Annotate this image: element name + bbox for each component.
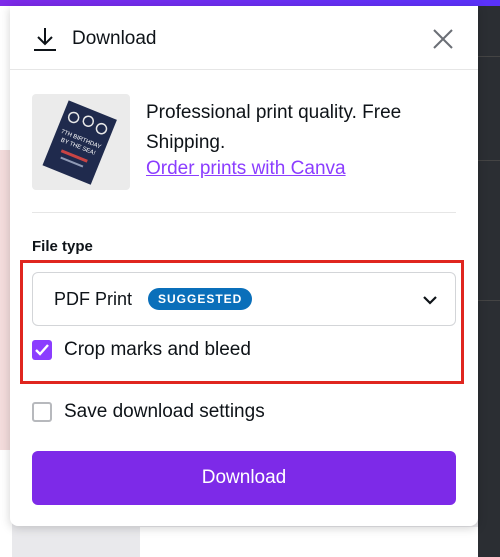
- crop-marks-option[interactable]: Crop marks and bleed: [32, 339, 362, 364]
- file-type-selected-value: PDF Print: [54, 289, 133, 309]
- order-prints-link[interactable]: Order prints with Canva: [146, 158, 346, 180]
- right-dark-panel: [478, 6, 500, 557]
- download-icon: [34, 28, 56, 51]
- canvas-bottom-area: [140, 527, 478, 557]
- check-icon: [35, 344, 49, 356]
- download-button-label: Download: [201, 467, 287, 488]
- file-type-label: File type: [32, 238, 93, 255]
- section-divider: [32, 212, 456, 213]
- right-panel-divider: [478, 160, 500, 161]
- suggested-badge: SUGGESTED: [148, 288, 253, 310]
- right-panel-divider: [478, 56, 500, 57]
- save-settings-checkbox[interactable]: [32, 402, 52, 422]
- print-flyer-thumbnail: 7TH BIRTHDAY BY THE SEA!: [42, 100, 117, 185]
- chevron-down-icon: [423, 296, 437, 305]
- save-settings-label: Save download settings: [64, 401, 265, 422]
- save-settings-option[interactable]: Save download settings: [32, 401, 362, 426]
- promo-text: Professional print quality. Free Shippin…: [146, 102, 402, 153]
- print-thumbnail: 7TH BIRTHDAY BY THE SEA!: [32, 94, 130, 190]
- close-icon[interactable]: [428, 24, 458, 54]
- download-dialog: Download 7TH BIRTHDAY BY THE SEA! Profes…: [10, 6, 478, 526]
- crop-marks-label: Crop marks and bleed: [64, 339, 251, 360]
- dialog-header: Download: [10, 6, 478, 70]
- download-button[interactable]: Download: [32, 451, 456, 505]
- right-panel-divider: [478, 300, 500, 301]
- file-type-select[interactable]: PDF Print SUGGESTED: [32, 272, 456, 326]
- dialog-title: Download: [72, 28, 157, 49]
- crop-marks-checkbox[interactable]: [32, 340, 52, 360]
